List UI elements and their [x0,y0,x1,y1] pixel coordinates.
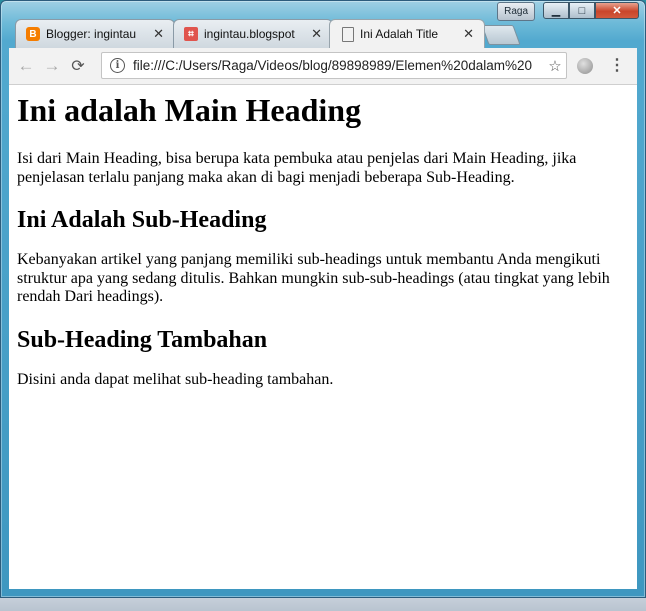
browser-toolbar: ← → ⟳ i file:///C:/Users/Raga/Videos/blo… [9,48,637,85]
window-controls: ▁ □ ✕ [543,2,639,19]
close-tab-icon[interactable]: ✕ [463,26,474,42]
bookmark-star-icon[interactable]: ☆ [544,57,566,75]
sub-paragraph-2: Disini anda dapat melihat sub-heading ta… [17,370,334,388]
back-button[interactable]: ← [13,56,39,76]
close-window-button[interactable]: ✕ [595,2,639,19]
menu-icon[interactable]: ⋮ [609,55,625,75]
reload-button[interactable]: ⟳ [65,56,91,76]
browser-window: Raga ▁ □ ✕ B Blogger: ingintau ✕ ⌗ ingin… [0,0,646,598]
blogspot-icon: ⌗ [184,27,198,41]
tab-title: Blogger: ingintau [46,27,137,41]
sub-paragraph-1: Kebanyakan artikel yang panjang memiliki… [17,251,610,306]
minimize-button[interactable]: ▁ [543,2,569,19]
close-tab-icon[interactable]: ✕ [153,26,164,42]
forward-button[interactable]: → [39,56,65,76]
blogger-icon: B [26,27,40,41]
url-text[interactable]: file:///C:/Users/Raga/Videos/blog/898989… [133,58,544,73]
tab-blogspot[interactable]: ⌗ ingintau.blogspot ✕ [173,19,333,48]
intro-paragraph: Isi dari Main Heading, bisa berupa kata … [17,150,577,186]
tab-blogger[interactable]: B Blogger: ingintau ✕ [15,19,175,48]
profile-badge[interactable]: Raga [497,2,535,21]
tab-title: Ini Adalah Title [360,27,439,41]
info-icon[interactable]: i [110,58,125,73]
close-tab-icon[interactable]: ✕ [311,26,322,42]
tab-ini-adalah-title[interactable]: Ini Adalah Title ✕ [329,19,485,48]
sub-heading-1: Ini Adalah Sub-Heading [17,206,267,233]
new-tab-button[interactable] [481,25,521,45]
document-icon [342,27,354,42]
maximize-button[interactable]: □ [569,2,595,19]
address-bar[interactable]: i file:///C:/Users/Raga/Videos/blog/8989… [101,52,567,79]
extension-icon[interactable] [577,58,593,74]
main-heading: Ini adalah Main Heading [17,92,362,128]
page-content: Ini adalah Main Heading Isi dari Main He… [9,85,637,397]
tab-title: ingintau.blogspot [204,27,295,41]
page-viewport: Ini adalah Main Heading Isi dari Main He… [9,85,637,589]
sub-heading-2: Sub-Heading Tambahan [17,326,268,353]
